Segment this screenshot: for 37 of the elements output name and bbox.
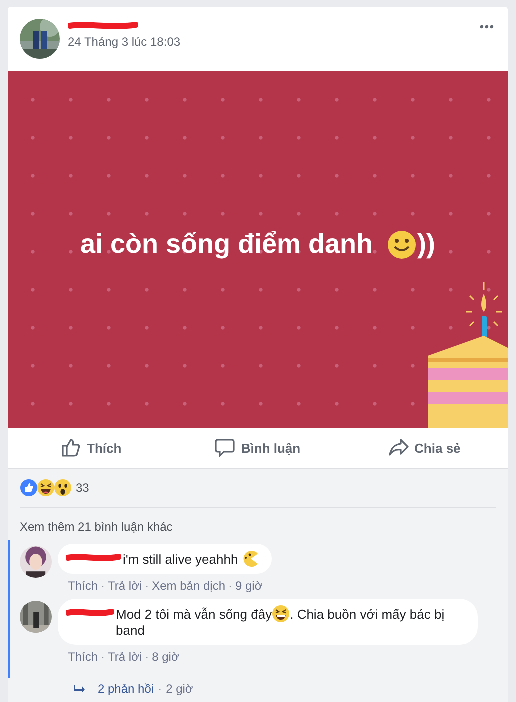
comment-action-link[interactable]: Xem bản dịch: [152, 579, 226, 593]
comment-action-link[interactable]: Trả lời: [108, 650, 142, 664]
timestamp[interactable]: 24 Tháng 3 lúc 18:03: [68, 35, 480, 49]
banner-text: ai còn sống điểm danh )): [80, 229, 436, 260]
view-more-comments-link[interactable]: Xem thêm 21 bình luận khác: [20, 508, 496, 540]
laughing-face-icon: [37, 479, 55, 497]
comment-action-link[interactable]: Thích: [68, 579, 98, 593]
separator-dot: ·: [101, 650, 106, 664]
comment-button[interactable]: Bình luận: [174, 428, 342, 468]
thumbs-up-icon: [61, 438, 81, 458]
comment-time: 9 giờ: [236, 579, 263, 593]
reply-time: 2 giờ: [166, 682, 194, 696]
comment-text: Mod 2 tôi mà vẫn sống đây . Chia buồn với mấy bác bị band: [116, 605, 446, 639]
reaction-count[interactable]: 33: [76, 481, 90, 495]
redaction-mark: [66, 609, 114, 617]
replies-link[interactable]: 2 phản hồi: [98, 682, 154, 696]
grinning-face-icon: [272, 605, 290, 623]
more-options-icon[interactable]: [480, 25, 494, 29]
comment-action-link[interactable]: Trả lời: [108, 579, 142, 593]
pacman-face-icon: [242, 550, 260, 568]
like-button[interactable]: Thích: [8, 428, 175, 468]
comment-action-link[interactable]: Thích: [68, 650, 98, 664]
surprised-face-icon: [54, 479, 72, 497]
redaction-mark: [66, 554, 121, 562]
like-reaction-icon: [20, 479, 38, 497]
separator-dot: ·: [228, 579, 232, 593]
separator-dot: ·: [158, 682, 162, 696]
separator-dot: ·: [145, 579, 150, 593]
reply-arrow-icon: [74, 684, 86, 694]
comment-text: i'm still alive yeahhh: [123, 550, 260, 568]
share-button[interactable]: Chia sẻ: [341, 428, 508, 468]
share-arrow-icon: [388, 438, 409, 458]
smile-icon: [386, 230, 417, 260]
comment-time: 8 giờ: [152, 650, 180, 664]
separator-dot: ·: [145, 650, 150, 664]
speech-bubble-icon: [215, 438, 236, 458]
separator-dot: ·: [101, 579, 106, 593]
